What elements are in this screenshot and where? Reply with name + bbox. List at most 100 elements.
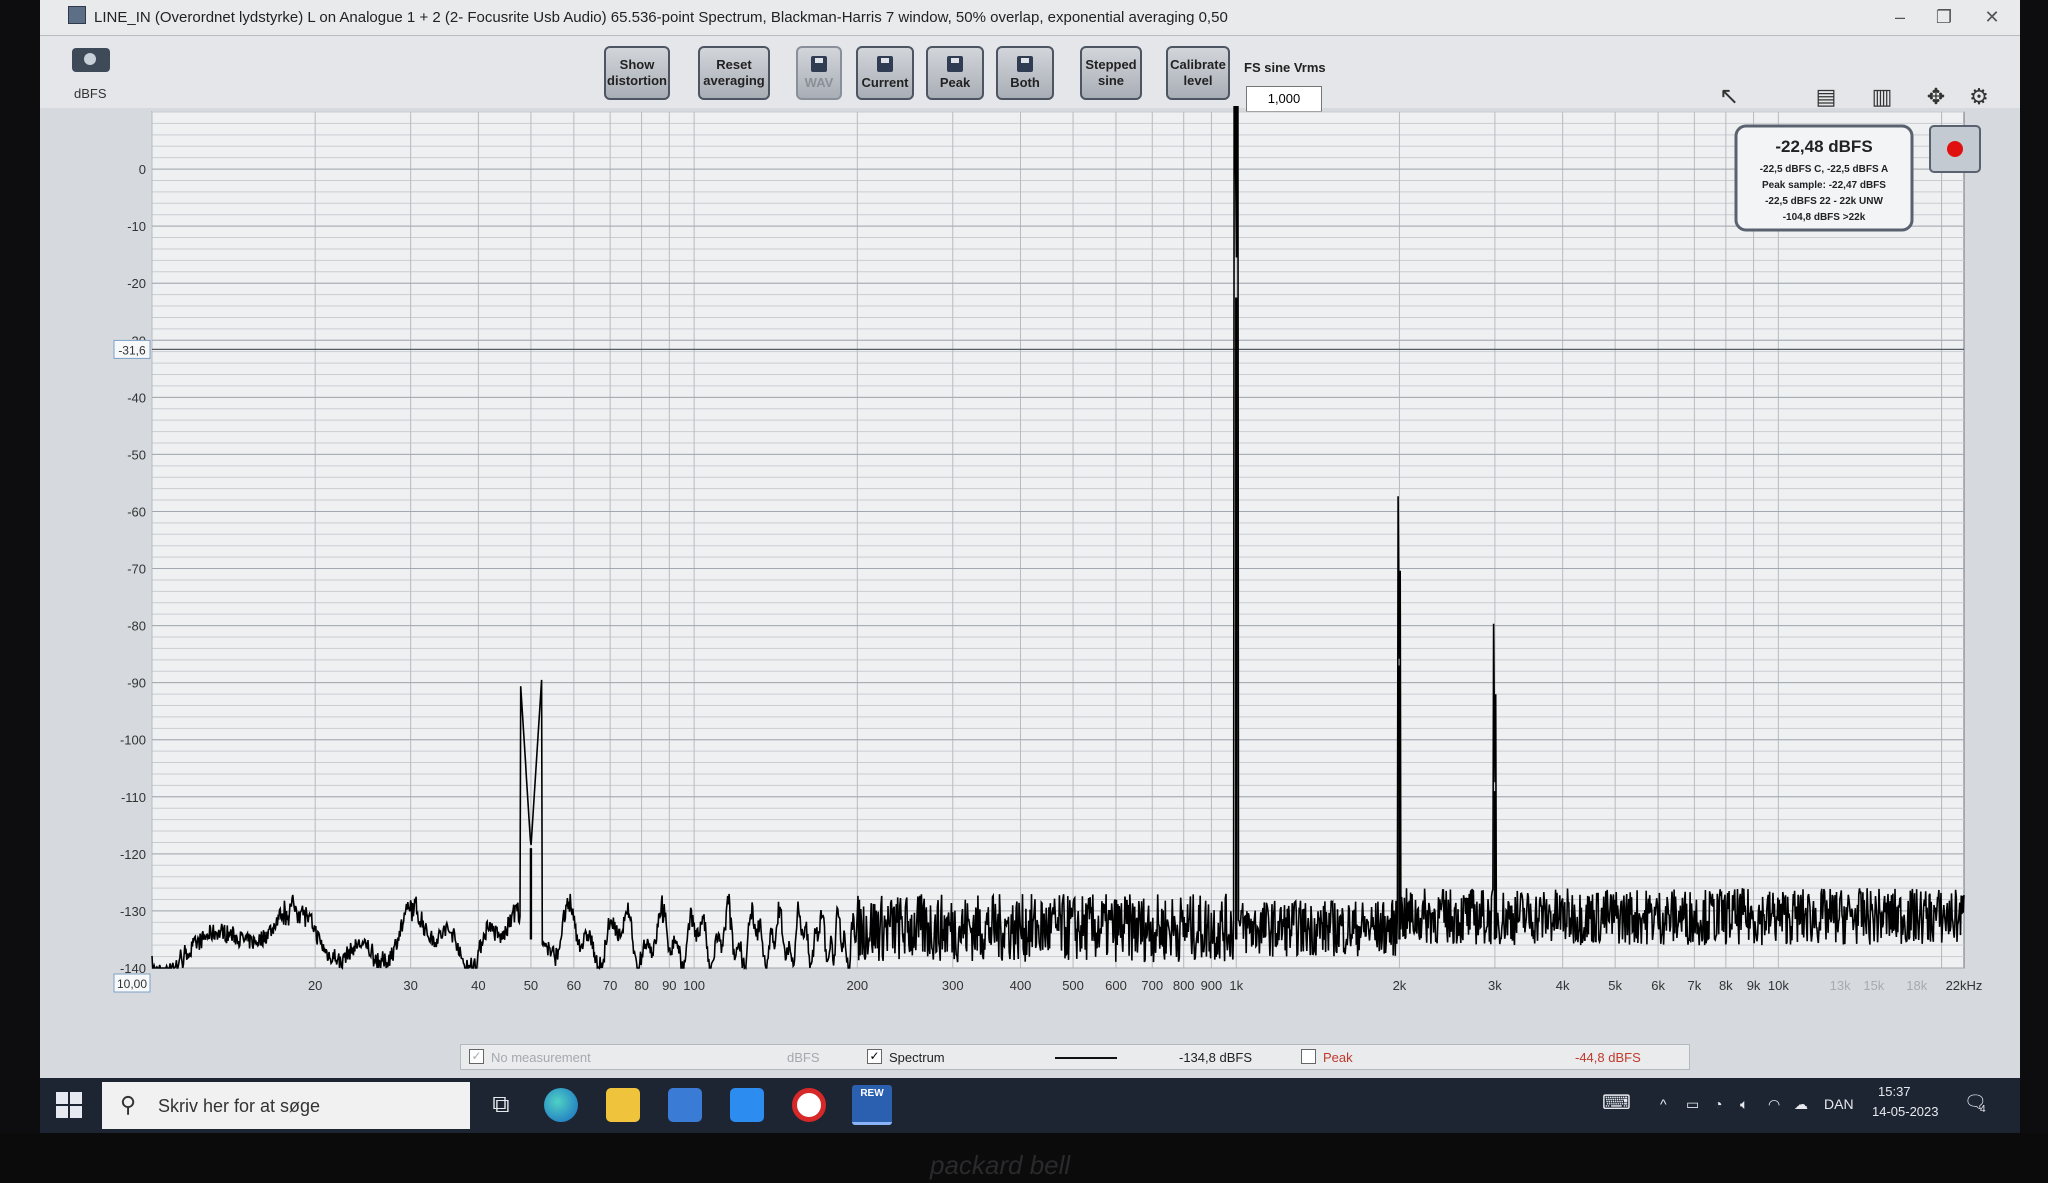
y-tick-label: -70 <box>127 562 146 577</box>
x-tick-label: 100 <box>683 978 705 993</box>
x-tick-label: 50 <box>524 978 538 993</box>
search-icon: ⚲ <box>120 1092 137 1117</box>
y-tick-label: -10 <box>127 219 146 234</box>
keyboard-icon[interactable]: ⌨ <box>1602 1090 1631 1115</box>
spectrum-checkbox[interactable]: ✓ <box>867 1049 882 1064</box>
x-tick-label: 70 <box>603 978 617 993</box>
onedrive-icon[interactable]: ☁ <box>1794 1096 1808 1113</box>
cursor-level-label: -31,6 <box>118 343 146 357</box>
show-hidden-icons-icon[interactable]: ^ <box>1660 1096 1667 1112</box>
ccleaner-icon[interactable] <box>792 1088 826 1122</box>
x-tick-label: 700 <box>1141 978 1163 993</box>
camera-icon[interactable] <box>72 48 110 72</box>
language-indicator[interactable]: DAN <box>1824 1096 1854 1112</box>
screen: LINE_IN (Overordnet lydstyrke) L on Anal… <box>40 0 2020 1133</box>
x-tick-label: 400 <box>1010 978 1032 993</box>
close-icon[interactable]: ✕ <box>1972 4 2012 30</box>
mail-icon[interactable] <box>730 1088 764 1122</box>
windows-start-icon[interactable] <box>56 1092 82 1118</box>
x-tick-label: 500 <box>1062 978 1084 993</box>
app-icon <box>68 6 86 24</box>
packard-bell-logo: packard bell <box>930 1150 1071 1180</box>
x-tick-label: 900 <box>1201 978 1223 993</box>
search-placeholder: Skriv her for at søge <box>158 1096 321 1116</box>
battery-icon[interactable]: ▭ <box>1686 1096 1699 1113</box>
store-icon[interactable] <box>668 1088 702 1122</box>
y-tick-label: -40 <box>127 390 146 405</box>
spectrum-label: Spectrum <box>889 1050 945 1065</box>
show-distortion-button[interactable]: Show distortion <box>604 46 670 100</box>
y-tick-label: -60 <box>127 504 146 519</box>
task-view-icon[interactable]: ⧉ <box>484 1088 518 1122</box>
notification-count: 4 <box>1980 1104 1986 1115</box>
show-distortion-label-1: Show <box>619 57 655 72</box>
y-tick-label: -90 <box>127 676 146 691</box>
x-tick-label: 90 <box>662 978 676 993</box>
y-tick-label: -120 <box>120 847 146 862</box>
y-tick-label: -20 <box>127 276 146 291</box>
reset-averaging-button[interactable]: Reset averaging <box>698 46 770 100</box>
x-tick-label: 9k <box>1747 978 1761 993</box>
wifi-icon[interactable]: ◠ <box>1768 1096 1780 1113</box>
legend-bar: ✓ No measurement dBFS ✓ Spectrum -134,8 … <box>460 1044 1690 1070</box>
volume-icon[interactable]: 🔈︎ <box>1740 1096 1748 1113</box>
readout-line4: -104,8 dBFS >22k <box>1783 212 1866 223</box>
save-icon <box>877 55 893 72</box>
calibrate-level-label-2: level <box>1183 73 1213 88</box>
plot-area <box>151 111 1965 969</box>
reset-averaging-label-1: Reset <box>716 57 752 72</box>
no-measurement-checkbox[interactable]: ✓ <box>469 1049 484 1064</box>
edge-browser-icon[interactable] <box>544 1088 578 1122</box>
stepped-sine-button[interactable]: Stepped sine <box>1080 46 1142 100</box>
x-tick-label: 200 <box>846 978 868 993</box>
save-peak-button[interactable]: Peak <box>926 46 984 100</box>
x-tick-label: 40 <box>471 978 485 993</box>
taskbar-search-box[interactable]: ⚲ Skriv her for at søge <box>102 1082 470 1129</box>
clock-time[interactable]: 15:37 <box>1878 1084 1911 1099</box>
x-tick-label: 10k <box>1768 978 1789 993</box>
peak-label: Peak <box>1323 1050 1353 1065</box>
show-distortion-label-2: distortion <box>607 73 667 88</box>
x-tick-label: 300 <box>942 978 964 993</box>
y-axis-unit: dBFS <box>74 86 107 101</box>
save-wav-button[interactable]: WAV <box>796 46 842 100</box>
x-tick-label: 22kHz <box>1946 978 1982 993</box>
rew-app-icon[interactable]: REW <box>852 1085 892 1125</box>
calibrate-level-button[interactable]: Calibrate level <box>1166 46 1230 100</box>
x-start-label: 10,00 <box>117 977 147 991</box>
x-tick-label: 13k <box>1830 978 1851 993</box>
minimize-icon[interactable]: – <box>1880 4 1920 30</box>
spectrum-value: -134,8 dBFS <box>1179 1050 1252 1065</box>
fs-sine-label: FS sine Vrms <box>1244 60 1326 75</box>
taskbar: ⚲ Skriv her for at søge ⧉ REW ⌨ ^ ▭ ◔ 🔈︎… <box>40 1078 2020 1133</box>
save-wav-label: WAV <box>804 74 834 90</box>
record-icon <box>1947 141 1963 157</box>
stepped-sine-label-2: sine <box>1097 73 1124 88</box>
x-tick-label: 80 <box>634 978 648 993</box>
maximize-icon[interactable]: ❐ <box>1924 4 1964 30</box>
save-current-label: Current <box>861 74 909 90</box>
save-peak-label: Peak <box>939 74 971 90</box>
x-tick-label: 20 <box>308 978 322 993</box>
save-current-button[interactable]: Current <box>856 46 914 100</box>
x-tick-label: 6k <box>1651 978 1665 993</box>
save-both-label: Both <box>1010 74 1040 90</box>
spectrum-swatch <box>1055 1057 1117 1059</box>
y-tick-label: -100 <box>120 733 146 748</box>
save-both-button[interactable]: Both <box>996 46 1054 100</box>
y-tick-label: -50 <box>127 447 146 462</box>
readout-line3: -22,5 dBFS 22 - 22k UNW <box>1765 196 1883 207</box>
clock-date[interactable]: 14-05-2023 <box>1872 1104 1939 1119</box>
file-explorer-icon[interactable] <box>606 1088 640 1122</box>
reset-averaging-label-2: averaging <box>703 73 765 88</box>
y-tick-label: -80 <box>127 619 146 634</box>
y-tick-label: -130 <box>120 904 146 919</box>
x-tick-label: 7k <box>1688 978 1702 993</box>
network-icon[interactable]: ◔ <box>1714 1096 1722 1112</box>
y-tick-label: 0 <box>139 162 146 177</box>
save-icon <box>811 55 827 72</box>
spectrum-chart[interactable]: 0-10-20-30-40-50-60-70-80-90-100-110-120… <box>112 106 1982 1012</box>
peak-checkbox[interactable] <box>1301 1049 1316 1064</box>
readout-line2: Peak sample: -22,47 dBFS <box>1762 180 1886 191</box>
x-tick-label: 60 <box>567 978 581 993</box>
